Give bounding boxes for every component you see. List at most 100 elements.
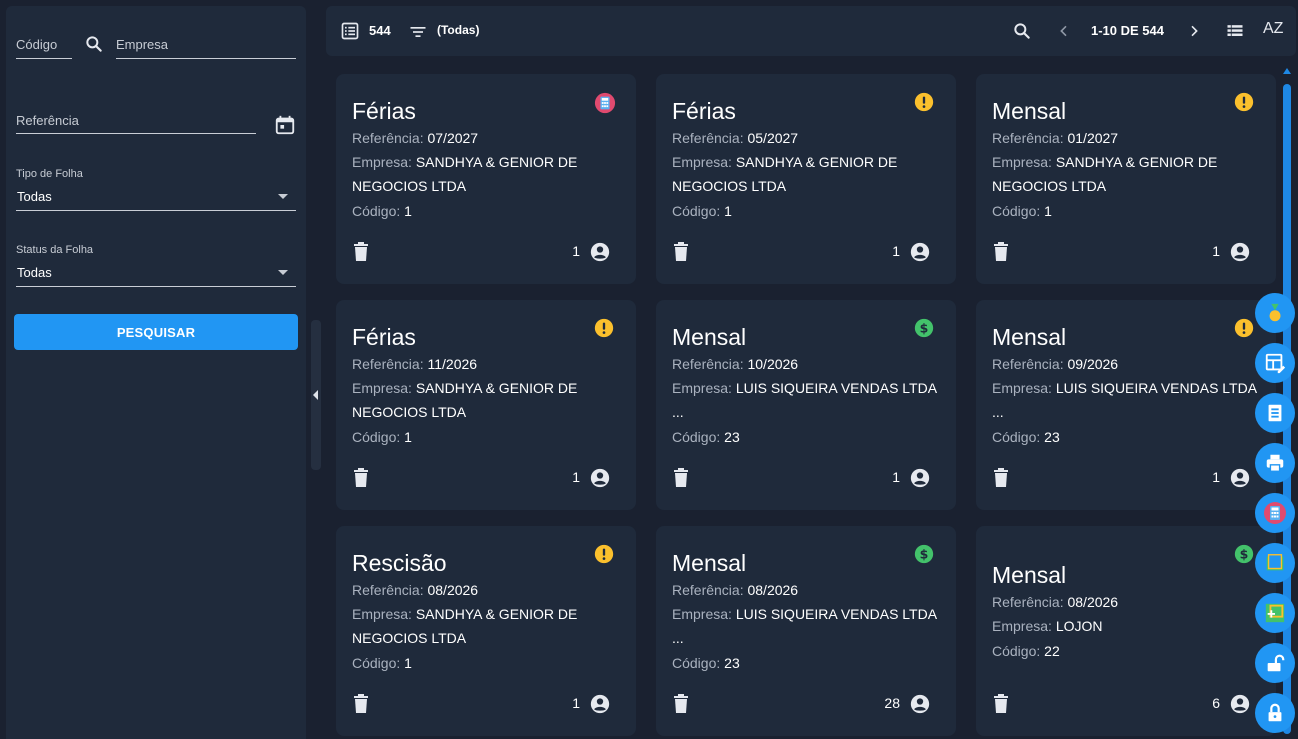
payroll-card[interactable]: Mensal Referência: 01/2027 Empresa: SAND… [976, 74, 1276, 284]
person-icon[interactable] [1230, 242, 1250, 262]
codigo-field[interactable] [16, 58, 72, 59]
referencia-value: 09/2026 [1067, 356, 1119, 372]
search-icon[interactable] [84, 34, 104, 54]
trash-icon[interactable] [673, 468, 689, 488]
person-icon[interactable] [1230, 468, 1250, 488]
print-icon [1266, 454, 1284, 472]
tipo-folha-label: Tipo de Folha [16, 168, 83, 180]
referencia-label: Referência: [352, 356, 424, 372]
employee-count: 28 [884, 695, 900, 711]
employee-count: 1 [572, 695, 580, 711]
tipo-folha-select[interactable] [16, 210, 296, 211]
card-referencia: Referência: 05/2027 [672, 126, 942, 150]
referencia-label: Referência [16, 113, 79, 128]
payroll-card[interactable]: Mensal $ Referência: 10/2026 Empresa: LU… [656, 300, 956, 510]
payroll-card[interactable]: Mensal $ Referência: 08/2026 Empresa: LU… [656, 526, 956, 736]
filter-icon[interactable] [408, 22, 428, 42]
empresa-label: Empresa: [672, 606, 732, 622]
card-empresa: Empresa: SANDHYA & GENIOR DE NEGOCIOS LT… [352, 150, 622, 198]
trash-icon[interactable] [993, 694, 1009, 714]
trash-icon[interactable] [673, 242, 689, 262]
card-codigo: Código: 1 [672, 199, 942, 223]
referencia-value: 08/2026 [1067, 594, 1119, 610]
empresa-label: Empresa: [672, 154, 732, 170]
referencia-value: 05/2027 [747, 130, 799, 146]
referencia-field[interactable] [16, 133, 256, 134]
dollar-icon: $ [914, 318, 934, 338]
codigo-value: 22 [1044, 643, 1060, 659]
filter-value[interactable]: (Todas) [437, 23, 479, 37]
referencia-label: Referência: [672, 356, 744, 372]
person-icon[interactable] [1230, 694, 1250, 714]
empresa-label: Empresa: [992, 380, 1052, 396]
view-list-icon[interactable] [1225, 21, 1245, 41]
card-empresa: Empresa: LUIS SIQUEIRA VENDAS LTDA ... [672, 602, 942, 650]
receipt-fab-button[interactable] [1255, 393, 1295, 433]
filter-sidebar: Código Empresa Referência Tipo de Folha … [6, 6, 306, 739]
unlock-fab-button[interactable] [1255, 643, 1295, 683]
codigo-value: 1 [404, 203, 412, 219]
svg-text:$: $ [920, 547, 929, 562]
list-icon[interactable] [340, 21, 360, 41]
chevron-left-icon[interactable] [1056, 23, 1072, 39]
person-icon[interactable] [910, 242, 930, 262]
scroll-up-icon[interactable] [1283, 68, 1291, 74]
calendar-icon[interactable] [274, 114, 296, 136]
trash-icon[interactable] [353, 694, 369, 714]
codigo-value: 23 [724, 429, 740, 445]
card-referencia: Referência: 10/2026 [672, 352, 942, 376]
codigo-value: 1 [404, 429, 412, 445]
person-icon[interactable] [590, 694, 610, 714]
trash-icon[interactable] [353, 242, 369, 262]
trash-icon[interactable] [353, 468, 369, 488]
svg-text:$: $ [920, 321, 929, 336]
pesquisar-button[interactable]: PESQUISAR [14, 314, 298, 350]
referencia-value: 11/2026 [427, 356, 478, 372]
dollar-icon: $ [914, 544, 934, 564]
medal-fab-button[interactable] [1255, 293, 1295, 333]
payroll-card[interactable]: Férias Referência: 07/2027 Empresa: SAND… [336, 74, 636, 284]
codigo-label: Código [16, 37, 58, 52]
sort-az-icon[interactable]: AZ [1263, 20, 1283, 38]
empresa-label: Empresa: [992, 154, 1052, 170]
card-codigo: Código: 1 [352, 651, 622, 675]
person-icon[interactable] [590, 242, 610, 262]
trash-icon[interactable] [993, 242, 1009, 262]
payroll-card[interactable]: Mensal Referência: 09/2026 Empresa: LUIS… [976, 300, 1276, 510]
payroll-card[interactable]: Férias Referência: 05/2027 Empresa: SAND… [656, 74, 956, 284]
status-folha-select[interactable] [16, 286, 296, 287]
tipo-folha-value[interactable]: Todas [17, 189, 52, 204]
add-box-fab-button[interactable] [1255, 593, 1295, 633]
payroll-card[interactable]: Rescisão Referência: 08/2026 Empresa: SA… [336, 526, 636, 736]
employee-count: 1 [572, 469, 580, 485]
person-icon[interactable] [590, 468, 610, 488]
calculator-fab-button[interactable] [1255, 493, 1295, 533]
trash-icon[interactable] [673, 694, 689, 714]
trash-icon[interactable] [993, 468, 1009, 488]
card-referencia: Referência: 11/2026 [352, 352, 622, 376]
card-codigo: Código: 1 [992, 199, 1262, 223]
print-fab-button[interactable] [1255, 443, 1295, 483]
alert-icon [914, 92, 934, 112]
codigo-value: 1 [724, 203, 732, 219]
person-icon[interactable] [910, 694, 930, 714]
toolbar-search-icon[interactable] [1012, 21, 1032, 41]
toolbar: 544 (Todas) 1-10 DE 544 AZ [326, 6, 1296, 56]
chevron-right-icon[interactable] [1186, 23, 1202, 39]
tipo-folha-chevron-down-icon[interactable] [278, 194, 288, 199]
codigo-value: 1 [404, 655, 412, 671]
status-folha-chevron-down-icon[interactable] [278, 270, 288, 275]
status-folha-label: Status da Folha [16, 244, 94, 256]
collapse-arrow-icon[interactable] [313, 390, 318, 400]
status-folha-value[interactable]: Todas [17, 265, 52, 280]
dashboard-edit-fab-button[interactable] [1255, 343, 1295, 383]
card-codigo: Código: 22 [992, 639, 1262, 663]
referencia-label: Referência: [352, 130, 424, 146]
person-icon[interactable] [910, 468, 930, 488]
payroll-card[interactable]: Férias Referência: 11/2026 Empresa: SAND… [336, 300, 636, 510]
empresa-field[interactable] [116, 58, 296, 59]
folder-fab-button[interactable] [1255, 543, 1295, 583]
codigo-value: 23 [724, 655, 740, 671]
lock-fab-button[interactable] [1255, 693, 1295, 733]
payroll-card[interactable]: Mensal $ Referência: 08/2026 Empresa: LO… [976, 526, 1276, 736]
